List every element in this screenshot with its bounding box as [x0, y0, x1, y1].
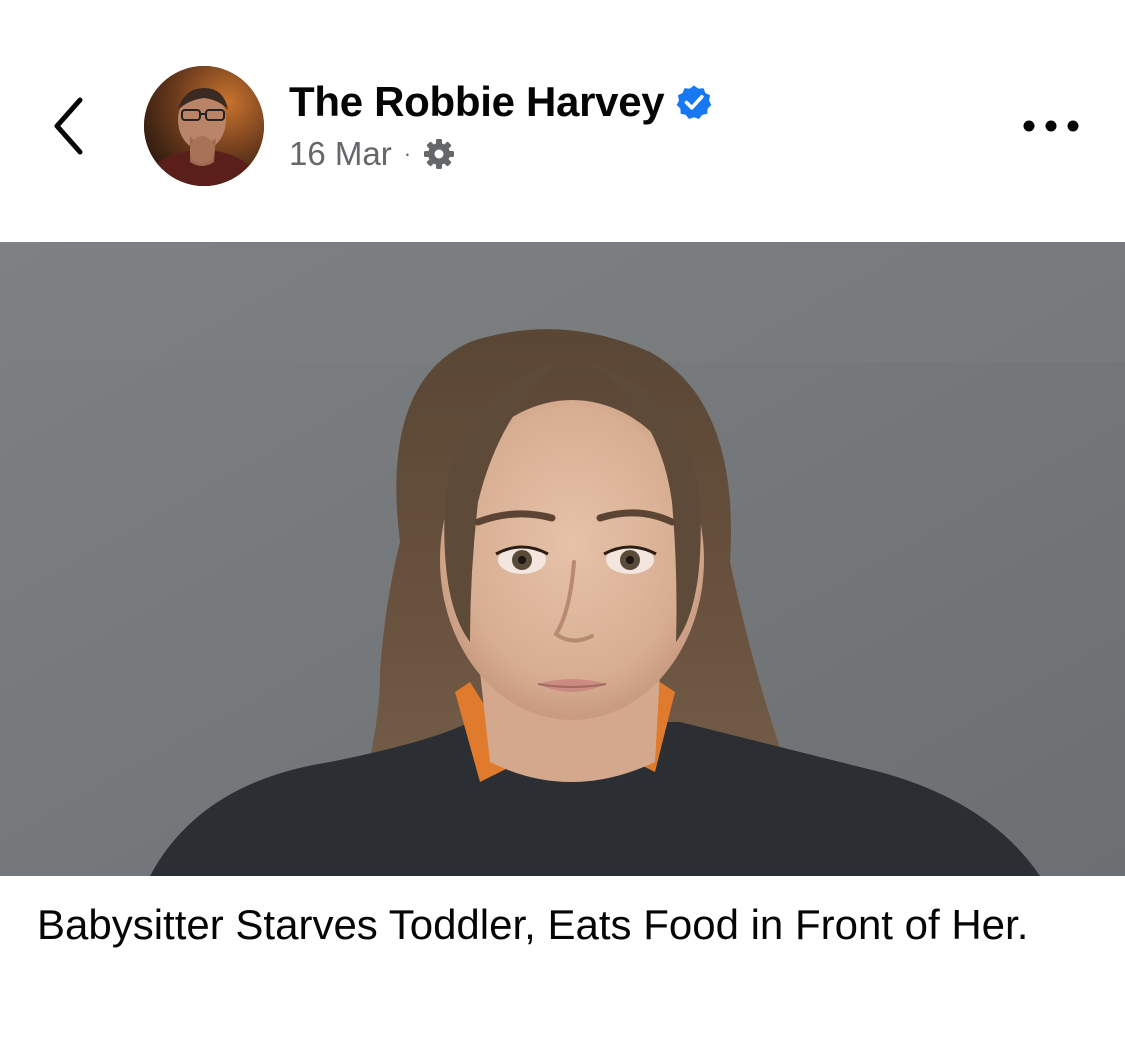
post-timestamp[interactable]: 16 Mar — [289, 135, 392, 173]
more-options-icon — [1023, 120, 1079, 132]
verified-badge-icon — [676, 84, 712, 120]
gear-icon[interactable] — [421, 136, 457, 172]
author-name-row: The Robbie Harvey — [289, 74, 712, 130]
mugshot-photo — [0, 242, 1125, 876]
author-avatar[interactable] — [144, 66, 264, 186]
post-meta: 16 Mar · — [289, 132, 457, 176]
more-options-button[interactable] — [1014, 104, 1088, 148]
post-photo[interactable] — [0, 242, 1125, 876]
chevron-left-icon — [54, 97, 83, 155]
meta-separator: · — [403, 141, 412, 166]
back-button[interactable] — [40, 88, 100, 164]
profile-photo — [144, 66, 264, 186]
author-name[interactable]: The Robbie Harvey — [289, 78, 665, 126]
post-header: The Robbie Harvey 16 Mar · — [0, 0, 1125, 242]
post-caption: Babysitter Starves Toddler, Eats Food in… — [37, 901, 1029, 948]
